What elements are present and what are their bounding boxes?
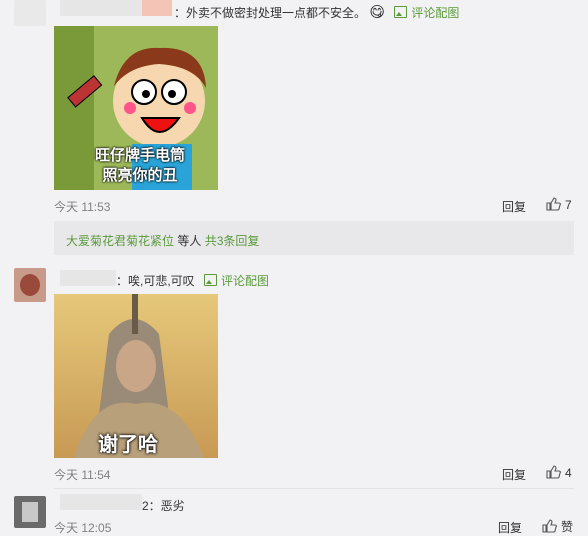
comment-row: ：唉,可悲,可叹 评论配图 <box>116 272 269 289</box>
emoji-icon: 😋 <box>369 4 385 21</box>
comment-image-link[interactable]: 评论配图 <box>394 6 459 20</box>
reply-button[interactable]: 回复 <box>502 466 526 483</box>
comment-text: 2：恶劣 <box>142 499 185 513</box>
like-button[interactable]: 赞 <box>542 518 573 535</box>
username-blurred[interactable] <box>60 494 142 510</box>
reply-button[interactable]: 回复 <box>498 519 522 536</box>
thumbs-up-icon <box>546 465 561 479</box>
avatar[interactable] <box>14 0 46 26</box>
picture-icon <box>394 6 408 18</box>
comment-image[interactable]: 谢了哈 <box>54 294 218 458</box>
replier-names[interactable]: 大爱菊花君菊花紧位 <box>66 234 174 248</box>
comment-text: ：外卖不做密封处理一点都不安全。 <box>174 6 367 20</box>
picture-icon <box>204 274 218 286</box>
divider <box>54 488 574 489</box>
username-blurred[interactable] <box>60 270 116 286</box>
like-button[interactable]: 7 <box>546 197 572 212</box>
replies-summary[interactable]: 大爱菊花君菊花紧位 等人 共3条回复 <box>54 221 574 255</box>
image-caption: 旺仔牌手电筒 照亮你的丑 <box>94 147 185 184</box>
timestamp: 今天 11:53 <box>54 200 111 214</box>
image-caption: 谢了哈 <box>98 434 158 456</box>
timestamp: 今天 12:05 <box>54 521 112 535</box>
like-button[interactable]: 4 <box>546 465 572 480</box>
reply-button[interactable]: 回复 <box>502 198 526 215</box>
comment-row: ：外卖不做密封处理一点都不安全。 😋 评论配图 <box>174 3 459 21</box>
timestamp: 今天 11:54 <box>54 468 111 482</box>
thumbs-up-icon <box>542 519 557 533</box>
thumbs-up-icon <box>546 197 561 211</box>
comment-image[interactable]: 旺仔牌手电筒 照亮你的丑 <box>54 26 218 190</box>
avatar[interactable] <box>14 268 46 302</box>
replies-mid-text: 等人 <box>177 234 202 248</box>
comment-text: ：唉,可悲,可叹 <box>116 274 195 288</box>
username-fragment <box>142 0 172 16</box>
avatar[interactable] <box>14 496 46 528</box>
replies-count-link[interactable]: 共3条回复 <box>205 234 260 248</box>
comment-image-link[interactable]: 评论配图 <box>204 274 269 288</box>
